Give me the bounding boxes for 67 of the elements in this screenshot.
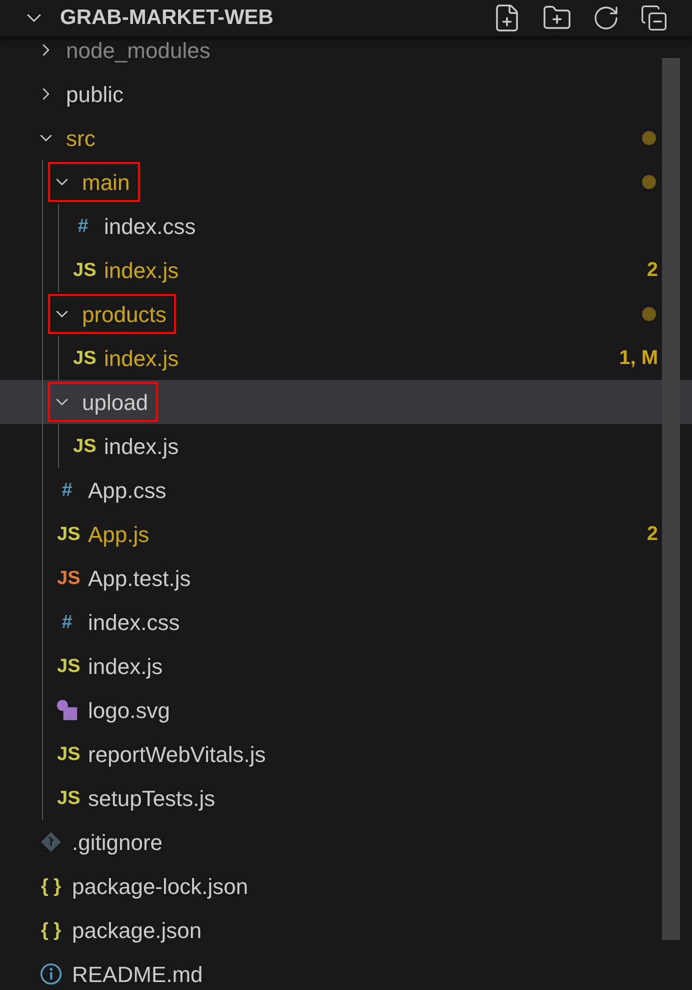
file-name: reportWebVitals.js [88,740,266,769]
file-name: App.js [88,520,150,549]
folder-name: node_modules [66,36,210,64]
problem-count: 2 [646,522,658,547]
file-row[interactable]: JS reportWebVitals.js [0,732,692,776]
folder-name: public [66,80,124,109]
file-type-icon: JS [73,260,93,280]
folder-row[interactable]: public [0,72,692,116]
folder-row[interactable]: products [0,292,692,336]
file-row[interactable]: JS App.test.js [0,556,692,600]
folder-name: main [82,168,130,196]
file-type-icon: JS [57,568,77,588]
file-type-icon: JS [57,744,77,764]
file-name: logo.svg [88,696,170,725]
file-row[interactable]: JS index.js 1, M [0,336,692,380]
file-type-icon: JS [57,656,77,676]
refresh-icon[interactable] [592,4,620,32]
collapse-all-icon[interactable] [640,4,668,32]
file-row[interactable]: logo.svg [0,688,692,732]
file-row[interactable]: JS index.js [0,424,692,468]
folder-row[interactable]: main [0,160,692,204]
file-type-icon: { } [41,876,61,896]
file-row[interactable]: README.md [0,952,692,990]
file-row[interactable]: JS App.js 2 [0,512,692,556]
folder-row[interactable]: node_modules [0,36,692,72]
file-name: README.md [72,960,203,988]
file-name: index.css [88,608,180,636]
diamond-icon [40,831,62,853]
file-name: .gitignore [72,828,163,857]
file-name: index.js [88,652,163,681]
file-type-icon: JS [57,524,77,544]
file-name: index.js [104,432,179,461]
info-icon [40,962,62,986]
problem-count: 1, M [619,346,658,371]
file-type-icon: JS [73,436,93,456]
file-type-icon: # [57,612,77,632]
folder-name: upload [82,388,148,417]
folder-row[interactable]: upload [0,380,692,424]
explorer-title: GRAB-MARKET-WEB [60,5,274,32]
file-row[interactable]: # index.css [0,600,692,644]
folder-row[interactable]: src [0,116,692,160]
file-row[interactable]: # App.css [0,468,692,512]
file-name: package-lock.json [72,872,248,901]
file-name: package.json [72,916,202,945]
file-name: index.js [104,256,179,285]
file-type-icon: # [57,480,77,500]
file-type-icon: JS [73,348,93,368]
file-type-icon: JS [57,788,77,808]
file-row[interactable]: JS index.js 2 [0,248,692,292]
file-name: App.test.js [88,564,191,593]
folder-name: src [66,124,96,152]
folder-name: products [82,300,166,329]
image-file-icon [56,698,78,722]
file-row[interactable]: { } package-lock.json [0,864,692,908]
file-name: index.css [104,212,196,240]
file-name: setupTests.js [88,784,216,813]
file-type-icon: { } [41,920,61,940]
file-type-icon: # [73,216,93,236]
scrollbar[interactable] [662,58,680,940]
problem-count: 2 [646,258,658,283]
file-name: App.css [88,476,166,505]
file-row[interactable]: JS index.js [0,644,692,688]
file-name: index.js [104,344,179,373]
file-row[interactable]: { } package.json [0,908,692,952]
file-row[interactable]: JS setupTests.js [0,776,692,820]
file-row[interactable]: # index.css [0,204,692,248]
file-row[interactable]: .gitignore [0,820,692,864]
